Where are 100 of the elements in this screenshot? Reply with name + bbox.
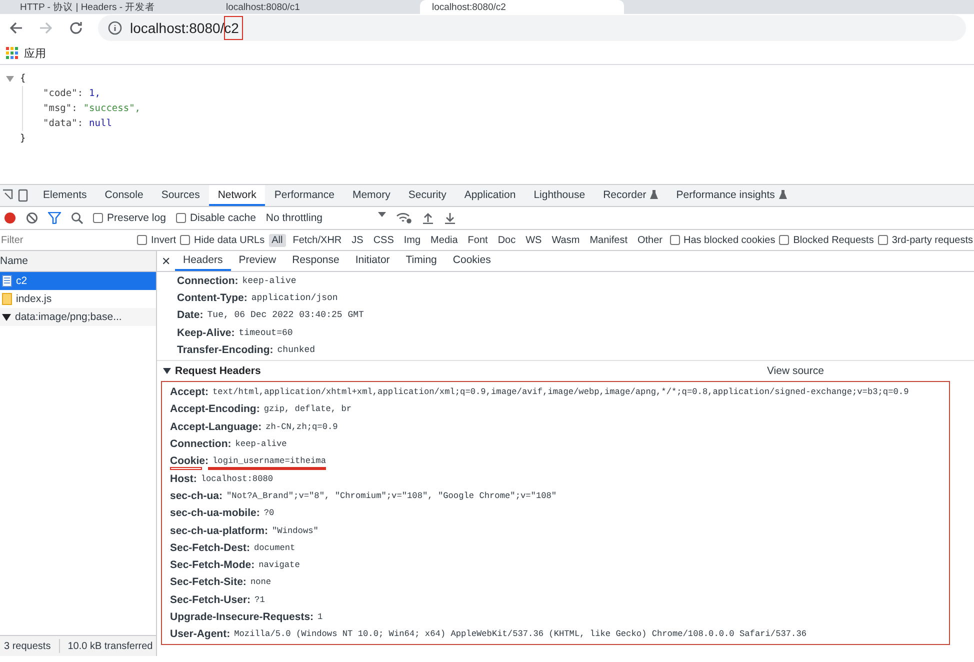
devtools-tab[interactable]: Sources: [152, 185, 209, 206]
header-name: Content-Type:: [177, 292, 248, 304]
checkbox[interactable]: [670, 235, 680, 245]
bookmark-label[interactable]: 应用: [24, 46, 46, 60]
header-value: navigate: [258, 560, 300, 570]
json-key: "data":: [43, 116, 84, 131]
checkbox-label: Hide data URLs: [194, 234, 265, 246]
type-filter[interactable]: All: [268, 234, 286, 246]
detail-tab[interactable]: Cookies: [444, 251, 499, 271]
header-value: Tue, 06 Dec 2022 03:40:25 GMT: [207, 310, 364, 320]
detail-tab[interactable]: Initiator: [347, 251, 398, 271]
request-row[interactable]: c2: [0, 272, 156, 290]
checkbox[interactable]: [878, 235, 888, 245]
triangle-icon: [2, 312, 11, 322]
json-value: null: [89, 117, 112, 131]
checkbox-label: Has blocked cookies: [684, 234, 776, 246]
header-name: Sec-Fetch-Mode:: [170, 559, 255, 572]
header-value: login_username=itheima: [212, 456, 326, 466]
search-icon[interactable]: [71, 212, 83, 224]
type-filter[interactable]: Media: [428, 234, 461, 246]
section-title[interactable]: Request Headers: [175, 365, 261, 378]
header-name: Date:: [177, 309, 204, 322]
json-value: "success",: [83, 102, 141, 116]
info-icon[interactable]: [108, 21, 122, 35]
type-filter[interactable]: CSS: [370, 234, 397, 246]
type-filter[interactable]: Img: [400, 234, 424, 246]
apps-grid-icon[interactable]: [6, 47, 18, 59]
record-icon[interactable]: [4, 212, 16, 224]
collapse-triangle-icon[interactable]: [6, 74, 14, 82]
header-name: sec-ch-ua-platform:: [170, 524, 268, 536]
download-icon[interactable]: [444, 212, 456, 224]
type-filter[interactable]: Doc: [494, 234, 519, 246]
header-value: keep-alive: [242, 276, 296, 286]
header-name: User-Agent:: [170, 628, 230, 640]
upload-icon[interactable]: [422, 212, 434, 224]
type-filter[interactable]: Fetch/XHR: [290, 234, 345, 246]
checkbox-label: Preserve log: [107, 212, 166, 224]
devtools-tab[interactable]: Security: [399, 185, 456, 206]
detail-tab[interactable]: Response: [284, 251, 348, 271]
checkbox[interactable]: [779, 235, 790, 245]
checkbox[interactable]: [93, 213, 103, 223]
checkbox[interactable]: [176, 213, 186, 223]
view-source-link[interactable]: View source: [766, 365, 824, 378]
header-value: chunked: [277, 344, 316, 355]
request-row[interactable]: index.js: [0, 290, 156, 308]
devtools-tab[interactable]: Lighthouse: [524, 185, 594, 206]
json-key: "msg":: [43, 101, 78, 116]
header-value: gzip, deflate, br: [264, 404, 352, 414]
devtools-tab[interactable]: Network: [208, 185, 266, 206]
json-brace: {: [20, 72, 26, 86]
header-value: timeout=60: [238, 328, 293, 338]
throttling-dropdown[interactable]: No throttling: [266, 212, 386, 224]
header-name: Host:: [170, 472, 197, 485]
back-icon[interactable]: [8, 20, 24, 36]
json-key: "code":: [43, 86, 84, 101]
browser-tab[interactable]: localhost:8080/c2: [420, 0, 624, 14]
type-filter[interactable]: Other: [634, 234, 666, 246]
browser-tab[interactable]: localhost:8080/c1: [214, 0, 418, 14]
checkbox-label: Blocked Requests: [793, 234, 874, 246]
header-name: Keep-Alive:: [177, 326, 235, 339]
wifi-gear-icon[interactable]: [396, 212, 412, 224]
header-name: sec-ch-ua-mobile:: [170, 507, 260, 520]
header-name: Accept-Language:: [170, 420, 262, 433]
type-filter[interactable]: WS: [522, 234, 545, 246]
browser-tab[interactable]: HTTP - 协议 | Headers - 开发者: [8, 0, 212, 14]
header-name: Sec-Fetch-Dest:: [170, 542, 250, 554]
checkbox[interactable]: [137, 235, 147, 245]
devtools-tab[interactable]: Performance insights: [667, 185, 796, 206]
devtools-tab[interactable]: Memory: [343, 185, 400, 206]
reload-icon[interactable]: [68, 20, 84, 36]
header-value: none: [250, 577, 272, 588]
header-name: Upgrade-Insecure-Requests:: [170, 610, 314, 623]
script-file-icon: [2, 293, 12, 305]
detail-tab[interactable]: Headers: [175, 251, 231, 271]
type-filter[interactable]: Manifest: [586, 234, 630, 246]
close-icon[interactable]: ✕: [157, 251, 175, 271]
header-name: Transfer-Encoding:: [177, 344, 274, 356]
column-header[interactable]: Name: [0, 255, 28, 267]
detail-tab[interactable]: Timing: [398, 251, 445, 271]
header-value: ?0: [264, 508, 274, 518]
devtools-tab[interactable]: Performance: [265, 185, 344, 206]
header-value: Mozilla/5.0 (Windows NT 10.0; Win64; x64) AppleWebKit/537.36 (KHTML, like Gecko) Chrome/108.0.0.0 Safari/537.36: [234, 629, 807, 640]
clear-icon[interactable]: [26, 212, 38, 224]
type-filter[interactable]: Wasm: [548, 234, 583, 246]
detail-tab[interactable]: Preview: [230, 251, 284, 271]
type-filter[interactable]: Font: [464, 234, 491, 246]
checkbox-label: Disable cache: [190, 212, 256, 224]
json-value: 1,: [89, 87, 100, 101]
json-brace: }: [20, 132, 26, 146]
devtools-tab[interactable]: Application: [455, 185, 525, 206]
devtools-tab[interactable]: Console: [96, 185, 152, 206]
header-value: text/html,application/xhtml+xml,application/xml;q=0.9,image/avif,image/webp,image/apng,*/*;q=0.8,application/signed-exchange;v=b3;q=0.9: [212, 387, 909, 398]
request-row[interactable]: data:image/png;base...: [0, 308, 156, 326]
devtools-tab[interactable]: Recorder: [594, 185, 668, 206]
expanded-triangle-icon[interactable]: [163, 367, 171, 376]
type-filter[interactable]: JS: [348, 234, 366, 246]
checkbox-label: 3rd-party requests: [892, 234, 973, 246]
checkbox[interactable]: [180, 235, 190, 245]
filter-icon[interactable]: [48, 212, 61, 224]
devtools-tab[interactable]: Elements: [34, 185, 96, 206]
